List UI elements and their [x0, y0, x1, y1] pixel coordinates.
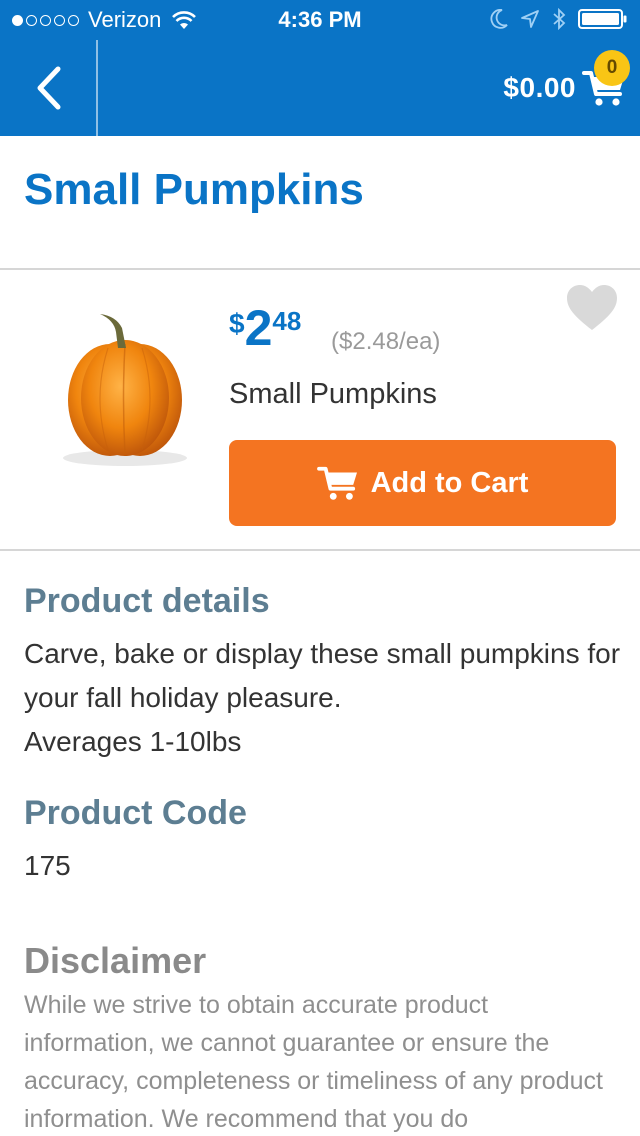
- cart-count-badge: 0: [594, 50, 630, 86]
- divider: [0, 268, 640, 270]
- product-image[interactable]: [30, 298, 210, 478]
- status-bar: Verizon 4:36 PM: [0, 0, 640, 40]
- price-dollars: 2: [244, 300, 273, 356]
- product-details-heading: Product details: [24, 582, 270, 620]
- product-code-value: 175: [24, 850, 71, 881]
- price-currency: $: [229, 308, 245, 339]
- nav-divider: [96, 40, 98, 136]
- back-button[interactable]: [0, 40, 96, 136]
- add-to-cart-button[interactable]: Add to Cart: [229, 440, 616, 526]
- product-weight-note: Averages 1-10lbs: [24, 726, 242, 757]
- product-code-heading: Product Code: [24, 794, 247, 832]
- product-name: Small Pumpkins: [229, 378, 437, 410]
- product-price: $ 2 48: [229, 300, 301, 356]
- shopping-cart-icon: [316, 466, 357, 500]
- app-header: Verizon 4:36 PM $0.00 0: [0, 0, 640, 136]
- navigation-bar: $0.00 0: [0, 40, 640, 136]
- cart-button[interactable]: $0.00 0: [503, 48, 630, 128]
- divider: [0, 549, 640, 551]
- add-to-cart-label: Add to Cart: [370, 466, 529, 499]
- product-description: Carve, bake or display these small pumpk…: [24, 638, 621, 713]
- heart-icon[interactable]: [566, 284, 618, 332]
- chevron-left-icon: [37, 66, 61, 110]
- disclaimer-heading: Disclaimer: [24, 940, 207, 981]
- bluetooth-icon: [553, 8, 566, 30]
- disclaimer-text: While we strive to obtain accurate produ…: [24, 991, 603, 1133]
- price-cents: 48: [272, 306, 302, 336]
- unit-price: ($2.48/ea): [331, 328, 441, 355]
- page-title: Small Pumpkins: [24, 165, 364, 214]
- location-arrow-icon: [521, 10, 539, 28]
- cart-total: $0.00: [503, 72, 576, 103]
- moon-icon: [490, 9, 508, 29]
- battery-icon: [578, 9, 627, 29]
